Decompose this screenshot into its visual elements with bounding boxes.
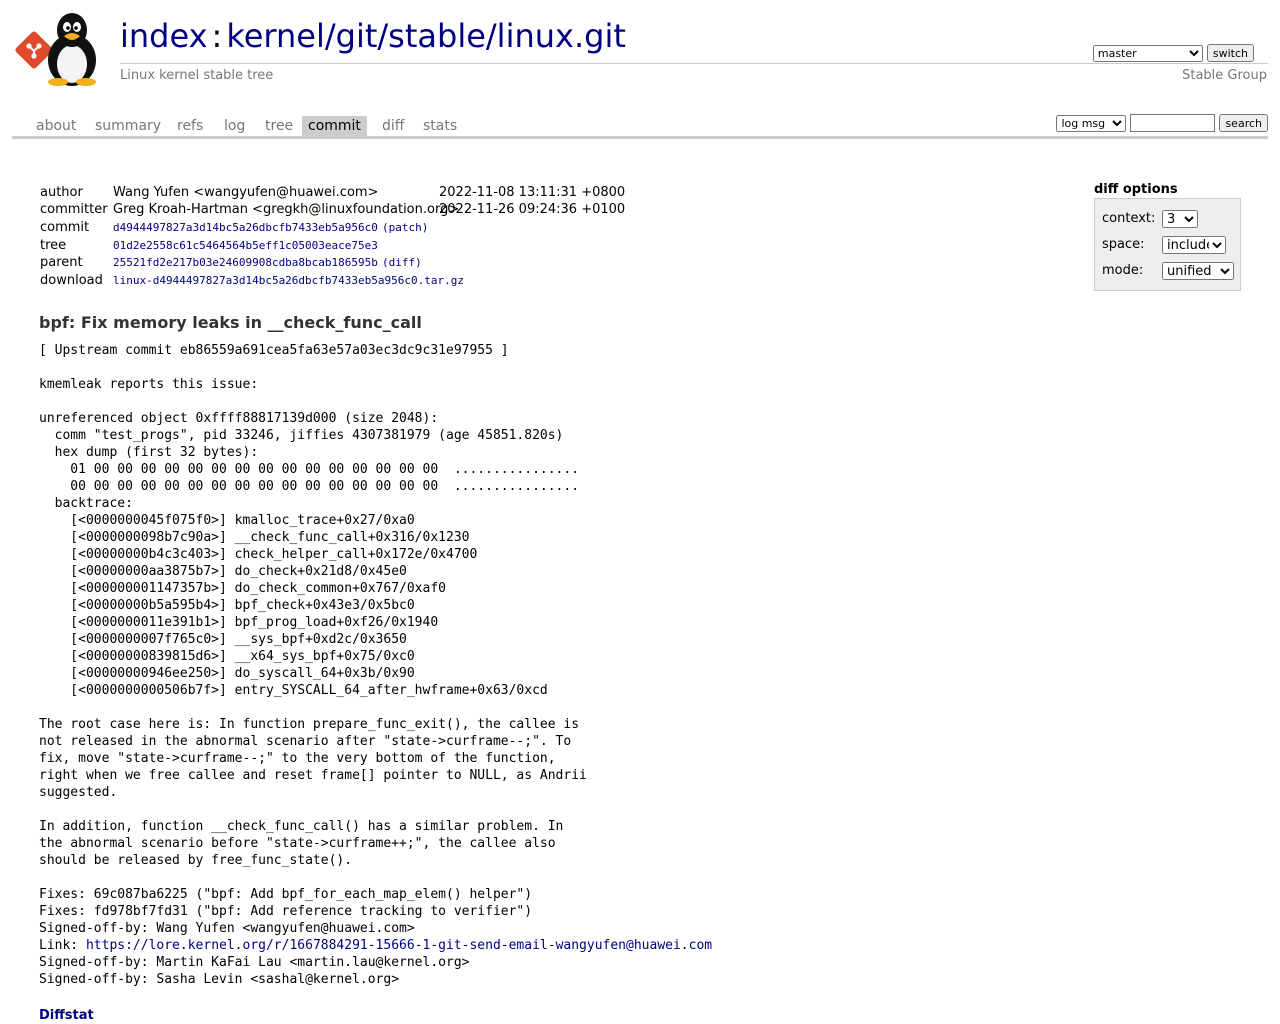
- committer-label: committer: [40, 202, 108, 217]
- committer-date: 2022-11-26 09:24:36 +0100: [439, 202, 626, 217]
- search-button[interactable]: search: [1219, 114, 1268, 132]
- search-input[interactable]: [1130, 114, 1216, 132]
- diffstat-link[interactable]: Diffstat: [39, 1008, 94, 1023]
- download-link[interactable]: linux-d4944497827a3d14bc5a26dbcfb7433eb5…: [113, 274, 464, 287]
- tree-hash-link[interactable]: 01d2e2558c61c5464564b5eff1c05003eace75e3: [113, 239, 378, 252]
- branch-switch-form: master switch: [1092, 44, 1254, 62]
- tab-summary[interactable]: summary: [89, 116, 167, 136]
- repo-link[interactable]: kernel/git/stable/linux.git: [226, 17, 626, 55]
- tab-diff[interactable]: diff: [376, 116, 410, 136]
- search-mode-select[interactable]: log msg: [1056, 114, 1127, 132]
- space-label: space:: [1102, 237, 1145, 252]
- message-tail: Signed-off-by: Martin KaFai Lau <martin.…: [39, 955, 470, 987]
- diff-options-panel: context: 3 space: include mode: unified: [1094, 198, 1241, 291]
- parent-label: parent: [40, 255, 83, 270]
- patch-link[interactable]: (patch): [382, 221, 428, 234]
- context-select[interactable]: 3: [1162, 210, 1198, 228]
- diff-options-title: diff options: [1094, 182, 1178, 197]
- committer-value: Greg Kroah-Hartman <gregkh@linuxfoundati…: [113, 202, 460, 217]
- tree-label: tree: [40, 238, 67, 253]
- mode-select[interactable]: unified: [1162, 262, 1234, 280]
- parent-diff-link[interactable]: (diff): [382, 256, 422, 269]
- search-form: log msg search: [1056, 114, 1268, 132]
- mode-label: mode:: [1102, 263, 1144, 278]
- author-value: Wang Yufen <wangyufen@huawei.com>: [113, 185, 379, 200]
- index-link[interactable]: index: [120, 17, 208, 55]
- repo-owner: Stable Group: [1182, 68, 1267, 83]
- page-title: index: kernel/git/stable/linux.git: [120, 16, 626, 56]
- tab-refs[interactable]: refs: [171, 116, 209, 136]
- context-label: context:: [1102, 211, 1156, 226]
- commit-label: commit: [40, 220, 90, 235]
- title-separator: :: [211, 17, 223, 55]
- tab-commit[interactable]: commit: [302, 116, 367, 136]
- tab-tree[interactable]: tree: [259, 116, 299, 136]
- tab-about[interactable]: about: [30, 116, 82, 136]
- commit-hash-link[interactable]: d4944497827a3d14bc5a26dbcfb7433eb5a956c0: [113, 221, 378, 234]
- download-label: download: [40, 273, 103, 288]
- branch-select[interactable]: master: [1092, 44, 1203, 62]
- repo-description: Linux kernel stable tree: [120, 68, 274, 83]
- tab-log[interactable]: log: [218, 116, 251, 136]
- page-header: index: kernel/git/stable/linux.git master…: [0, 0, 1280, 100]
- header-divider: [120, 63, 1268, 64]
- git-tux-logo-icon[interactable]: [14, 10, 110, 86]
- commit-message: [ Upstream commit eb86559a691cea5fa63e57…: [39, 342, 712, 988]
- author-label: author: [40, 185, 83, 200]
- tab-stats[interactable]: stats: [417, 116, 463, 136]
- lore-link[interactable]: https://lore.kernel.org/r/1667884291-156…: [86, 938, 712, 953]
- space-select[interactable]: include: [1162, 236, 1226, 254]
- author-date: 2022-11-08 13:11:31 +0800: [439, 185, 626, 200]
- parent-hash-link[interactable]: 25521fd2e217b03e24609908cdba8bcab186595b: [113, 256, 378, 269]
- message-body: [ Upstream commit eb86559a691cea5fa63e57…: [39, 343, 587, 953]
- switch-button[interactable]: switch: [1206, 44, 1254, 62]
- commit-subject: bpf: Fix memory leaks in __check_func_ca…: [39, 313, 422, 332]
